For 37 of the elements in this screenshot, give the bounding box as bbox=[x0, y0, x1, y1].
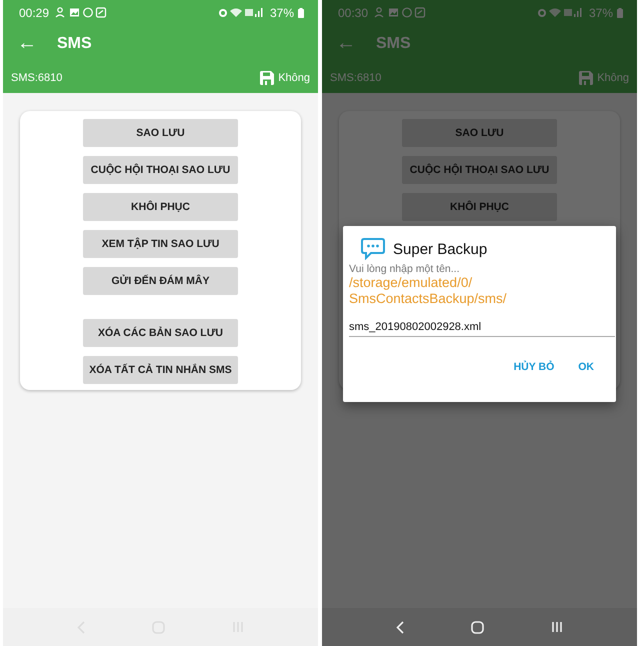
status-time: 00:30 bbox=[338, 6, 368, 20]
save-status[interactable]: Không bbox=[597, 72, 629, 84]
back-button[interactable]: ← bbox=[336, 32, 376, 55]
chat-bubble-icon bbox=[361, 238, 385, 260]
action-button[interactable]: XÓA CÁC BẢN SAO LƯU bbox=[83, 319, 238, 347]
battery-percentage: 37% bbox=[270, 6, 294, 20]
back-button[interactable]: ← bbox=[17, 32, 57, 55]
save-status[interactable]: Không bbox=[278, 72, 310, 84]
battery-icon bbox=[617, 8, 623, 18]
home-nav-icon[interactable] bbox=[470, 620, 484, 634]
recent-apps-icon[interactable] bbox=[551, 621, 564, 633]
notification-icons bbox=[55, 7, 108, 18]
screen-title: SMS bbox=[57, 34, 92, 52]
notification-icons bbox=[374, 7, 426, 18]
status-time: 00:29 bbox=[19, 6, 50, 20]
dialog-message: Vui lòng nhập một tên... bbox=[349, 263, 461, 275]
back-nav-icon[interactable] bbox=[396, 620, 404, 634]
folder-path: SmsContactsBackup/sms/ bbox=[349, 291, 508, 307]
action-button[interactable]: GỬI ĐẾN ĐÁM MÂY bbox=[83, 267, 238, 295]
folder-path: /storage/emulated/0/ bbox=[349, 275, 474, 291]
sms-count: SMS:6810 bbox=[11, 72, 62, 84]
action-button[interactable]: XEM TẬP TIN SAO LƯU bbox=[83, 230, 238, 258]
battery-icon bbox=[298, 8, 304, 18]
action-button[interactable]: XÓA TẤT CẢ TIN NHẮN SMS bbox=[83, 356, 238, 384]
action-button[interactable]: KHÔI PHỤC bbox=[83, 193, 238, 221]
battery-percentage: 37% bbox=[588, 6, 613, 20]
dialog-title: Super Backup bbox=[393, 240, 488, 258]
screen-title: SMS bbox=[376, 34, 411, 52]
dialog-button[interactable]: HỦY BỎ bbox=[504, 357, 564, 377]
action-button[interactable]: CUỘC HỘI THOẠI SAO LƯU bbox=[402, 156, 557, 184]
action-button[interactable]: KHÔI PHỤC bbox=[402, 193, 557, 221]
action-button[interactable]: SAO LƯU bbox=[83, 119, 238, 147]
sms-count: SMS:6810 bbox=[330, 72, 382, 84]
action-button[interactable]: CUỘC HỘI THOẠI SAO LƯU bbox=[83, 156, 238, 184]
dialog-button[interactable]: OK bbox=[568, 357, 604, 377]
action-button[interactable]: SAO LƯU bbox=[402, 119, 557, 147]
filename-field[interactable]: sms_20190802002928.xml bbox=[349, 319, 615, 337]
